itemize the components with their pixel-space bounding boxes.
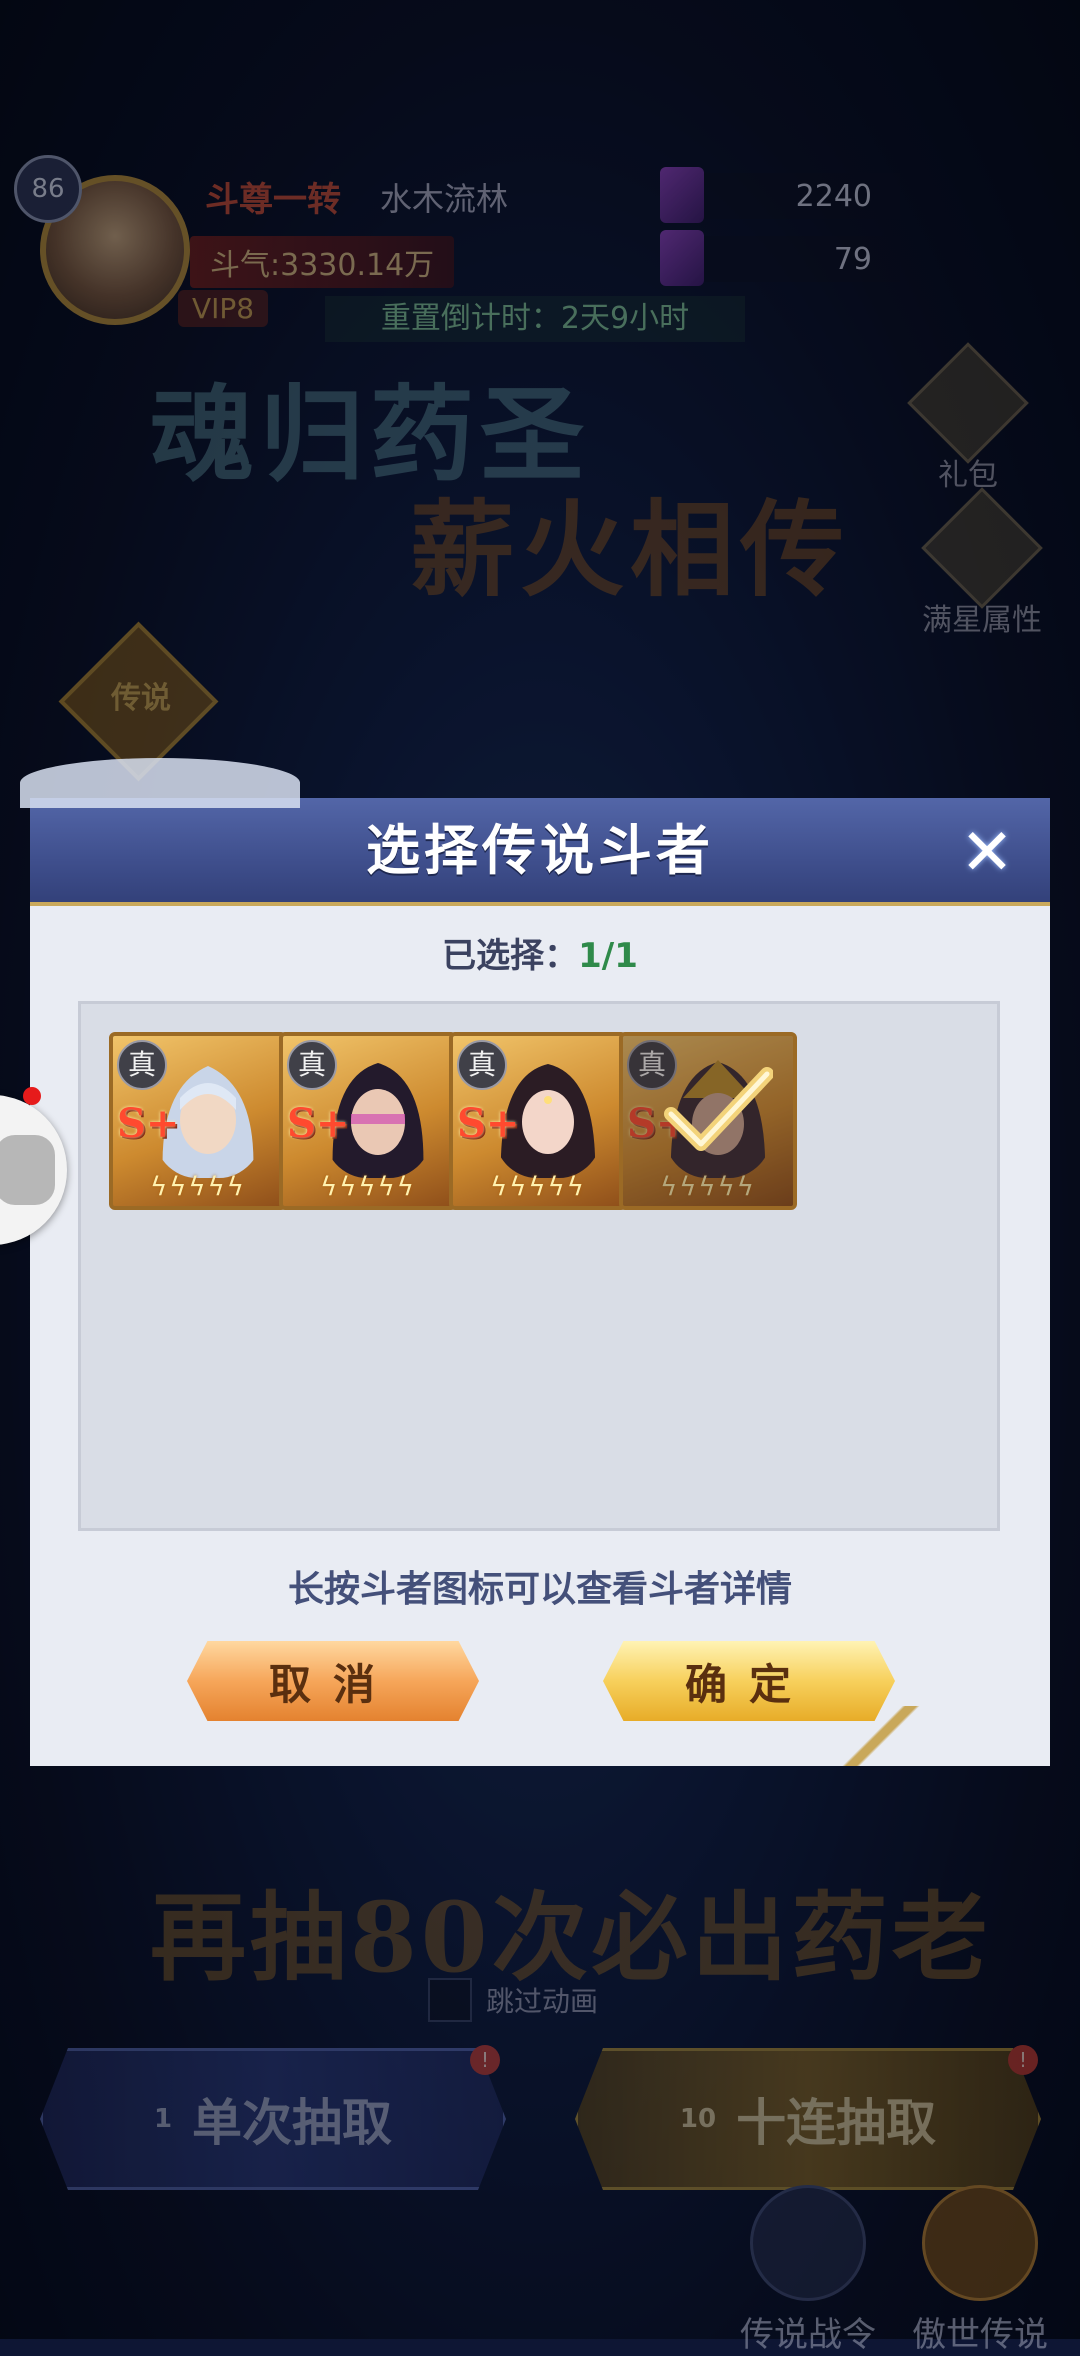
star-row: ϟϟϟϟϟ — [660, 1172, 756, 1202]
single-draw-cost: 1 — [153, 2104, 173, 2134]
gamepad-icon — [0, 1135, 55, 1205]
currency-ticket-value: 79 — [833, 241, 872, 277]
ten-draw-cost: 10 — [679, 2104, 717, 2134]
selected-count-line: 已选择：1/1 — [30, 928, 1050, 977]
star-row: ϟϟϟϟϟ — [490, 1172, 586, 1202]
select-legend-modal: 选择传说斗者 ✕ 已选择：1/1 真 S+ ϟϟϟϟϟ 真 S+ ϟϟϟϟϟ 真… — [20, 758, 1058, 1766]
currency-ticket[interactable]: 79 — [660, 230, 900, 286]
star-attribute-icon — [921, 487, 1043, 609]
single-draw-label: 单次抽取 — [192, 2094, 393, 2152]
checkmark-icon — [664, 1067, 773, 1151]
currency-crystal[interactable]: 2240 — [660, 167, 900, 223]
legend-pass-icon — [750, 2185, 866, 2301]
event-title-line2: 薪火相传 — [410, 488, 851, 611]
proud-legend-icon — [922, 2185, 1038, 2301]
true-badge: 真 — [117, 1040, 167, 1090]
star-row: ϟϟϟϟϟ — [320, 1172, 416, 1202]
star-attribute-button[interactable]: 满星属性 — [921, 487, 1043, 639]
grade-label: S+ — [457, 1100, 520, 1147]
hero-card-3[interactable]: 真 S+ ϟϟϟϟϟ — [449, 1032, 627, 1210]
grade-label: S+ — [117, 1100, 180, 1147]
gift-button[interactable]: 礼包 — [907, 342, 1029, 494]
vip-badge[interactable]: VIP8 — [178, 290, 269, 327]
cancel-button[interactable]: 取消 — [187, 1641, 479, 1721]
nav-legend-pass-label: 传说战令 — [740, 2315, 876, 2355]
hero-card-2[interactable]: 真 S+ ϟϟϟϟϟ — [279, 1032, 457, 1210]
ten-draw-alert-icon: ! — [1008, 2045, 1038, 2075]
player-rank: 斗尊一转 — [205, 180, 341, 220]
nav-proud-legend-label: 傲世传说 — [912, 2315, 1048, 2355]
purple-crystal-icon — [660, 167, 704, 223]
notification-dot — [23, 1087, 41, 1105]
true-badge: 真 — [457, 1040, 507, 1090]
hero-card-4[interactable]: 真 S+ ϟϟϟϟϟ — [619, 1032, 797, 1210]
selected-label: 已选择： — [442, 936, 579, 976]
close-icon[interactable]: ✕ — [954, 820, 1020, 886]
modal-title: 选择传说斗者 — [366, 818, 714, 882]
true-badge: 真 — [287, 1040, 337, 1090]
player-name: 水木流林 — [380, 180, 509, 218]
reset-countdown: 重置倒计时：2天9小时 — [325, 296, 745, 342]
legend-tag-label: 传说 — [110, 681, 171, 717]
modal-header: 选择传说斗者 ✕ — [20, 758, 1050, 906]
long-press-hint: 长按斗者图标可以查看斗者详情 — [287, 1569, 792, 1610]
selected-count: 1/1 — [578, 936, 638, 976]
purple-ticket-icon — [660, 230, 704, 286]
nav-proud-legend[interactable]: 傲世传说 — [912, 2185, 1048, 2356]
single-draw-button[interactable]: 1 单次抽取 — [40, 2048, 506, 2190]
corner-decoration — [758, 1706, 1058, 1766]
star-row: ϟϟϟϟϟ — [150, 1172, 246, 1202]
hero-card-1[interactable]: 真 S+ ϟϟϟϟϟ — [109, 1032, 287, 1210]
skip-label: 跳过动画 — [486, 1985, 599, 2018]
ten-draw-button[interactable]: 10 十连抽取 — [575, 2048, 1041, 2190]
single-draw-alert-icon: ! — [470, 2045, 500, 2075]
skip-checkbox[interactable] — [428, 1978, 472, 2022]
player-level-badge: 86 — [14, 155, 82, 223]
ten-draw-label: 十连抽取 — [736, 2094, 937, 2152]
grade-label: S+ — [287, 1100, 350, 1147]
player-power: 斗气:3330.14万 — [190, 236, 455, 288]
nav-legend-pass[interactable]: 传说战令 — [740, 2185, 876, 2356]
currency-crystal-value: 2240 — [795, 178, 872, 214]
hero-grid: 真 S+ ϟϟϟϟϟ 真 S+ ϟϟϟϟϟ 真 S+ ϟϟϟϟϟ 真 S+ ϟϟ… — [78, 1001, 1000, 1531]
gift-icon — [907, 342, 1029, 464]
skip-animation-toggle[interactable]: 跳过动画 — [428, 1978, 598, 2022]
